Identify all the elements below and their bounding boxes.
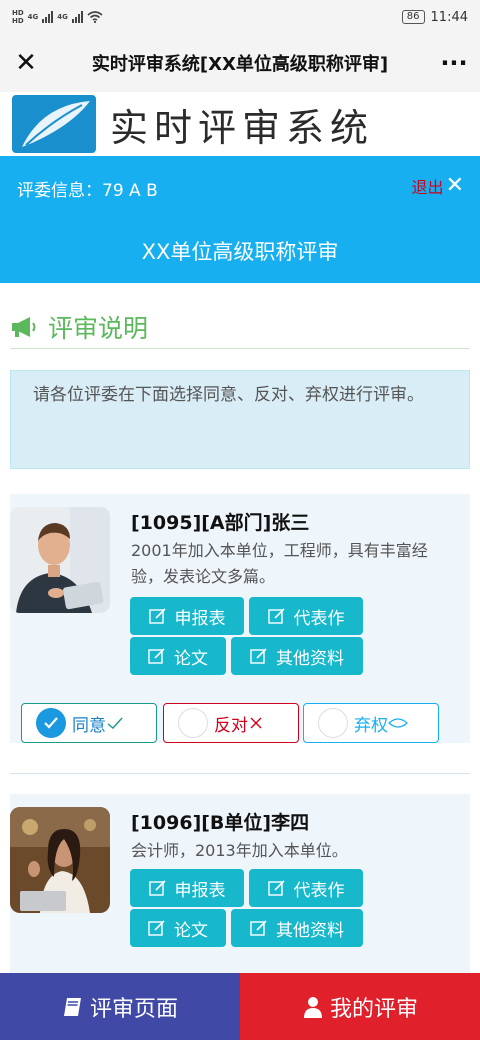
review-page-tab[interactable]: 评审页面 xyxy=(0,973,240,1040)
other-materials-button[interactable]: 其他资料 xyxy=(231,637,363,675)
candidate-description: 会计师，2013年加入本单位。 xyxy=(131,841,348,860)
edit-icon xyxy=(250,920,267,936)
application-form-button[interactable]: 申报表 xyxy=(130,869,244,907)
check-icon xyxy=(107,717,123,729)
button-label: 申报表 xyxy=(174,880,226,901)
logout-button[interactable]: 退出 ✕ xyxy=(412,174,464,198)
eye-icon xyxy=(388,718,408,728)
divider xyxy=(10,773,470,774)
hd-label: HD xyxy=(12,9,24,17)
wifi-icon xyxy=(87,11,103,23)
agree-radio[interactable]: 同意 xyxy=(21,703,157,743)
clock: 11:44 xyxy=(430,9,468,25)
signal-area: HD HD 4G 4G xyxy=(12,9,103,25)
title-bar: ✕ 实时评审系统[XX单位高级职称评审] ··· xyxy=(0,34,480,92)
agree-label: 同意 xyxy=(72,715,106,736)
page-title: 实时评审系统[XX单位高级职称评审] xyxy=(91,54,389,75)
status-bar: HD HD 4G 4G 86 11:44 xyxy=(0,0,480,34)
logo-icon xyxy=(12,95,96,153)
edit-icon xyxy=(250,648,267,664)
megaphone-icon xyxy=(12,316,36,337)
status-right: 86 11:44 xyxy=(401,9,468,25)
app-page: HD HD 4G 4G 86 11:44 ✕ 实时评审系统[XX单位高级职称评审]… xyxy=(0,0,480,1040)
radio-circle-icon xyxy=(318,708,348,738)
judge-info: 评委信息：79 A B xyxy=(17,181,158,201)
network-label: 4G xyxy=(27,13,39,21)
button-label: 代表作 xyxy=(293,880,345,901)
user-icon xyxy=(303,996,322,1018)
paper-button[interactable]: 论文 xyxy=(130,909,226,947)
application-form-button[interactable]: 申报表 xyxy=(130,597,244,635)
abstain-radio[interactable]: 弃权 xyxy=(303,703,439,743)
candidate-card: [1095][A部门]张三 2001年加入本单位，工程师，具有丰富经验，发表论文… xyxy=(10,494,470,743)
edit-icon xyxy=(148,608,166,624)
close-icon[interactable]: ✕ xyxy=(0,48,52,78)
logout-label: 退出 xyxy=(411,178,444,197)
checked-circle-icon xyxy=(36,708,66,738)
instructions-heading: 评审说明 xyxy=(10,305,470,349)
hd-label: HD xyxy=(12,17,24,25)
representative-work-button[interactable]: 代表作 xyxy=(249,597,363,635)
representative-work-button[interactable]: 代表作 xyxy=(249,869,363,907)
abstain-label: 弃权 xyxy=(354,715,388,736)
button-label: 论文 xyxy=(174,920,208,941)
candidate-name: [1096][B单位]李四 xyxy=(131,812,310,834)
button-label: 论文 xyxy=(174,648,208,669)
button-label: 其他资料 xyxy=(276,920,344,941)
battery-indicator: 86 xyxy=(401,10,425,24)
edit-icon xyxy=(267,880,285,896)
signal-icon xyxy=(42,11,54,23)
book-icon xyxy=(63,997,81,1016)
button-label: 其他资料 xyxy=(276,648,344,669)
edit-icon xyxy=(148,880,166,896)
my-reviews-tab[interactable]: 我的评审 xyxy=(240,973,480,1040)
bottom-nav: 评审页面 我的评审 xyxy=(0,973,480,1040)
instructions-notice: 请各位评委在下面选择同意、反对、弃权进行评审。 xyxy=(10,370,470,469)
review-header: 评委信息：79 A B 退出 ✕ XX单位高级职称评审 xyxy=(0,156,480,283)
close-icon: ✕ xyxy=(445,173,464,198)
candidate-card: [1096][B单位]李四 会计师，2013年加入本单位。 申报表 代表作 论文… xyxy=(10,794,470,974)
candidate-description: 2001年加入本单位，工程师，具有丰富经验，发表论文多篇。 xyxy=(131,541,428,586)
more-dots-icon[interactable]: ··· xyxy=(428,49,480,77)
radio-circle-icon xyxy=(178,708,208,738)
other-materials-button[interactable]: 其他资料 xyxy=(231,909,363,947)
oppose-radio[interactable]: 反对 xyxy=(163,703,299,743)
cross-icon xyxy=(250,717,262,729)
button-label: 申报表 xyxy=(174,608,226,629)
network-label: 4G xyxy=(57,13,68,21)
my-reviews-label: 我的评审 xyxy=(329,996,418,1022)
edit-icon xyxy=(148,648,165,664)
review-page-label: 评审页面 xyxy=(89,996,178,1022)
instructions-title: 评审说明 xyxy=(48,313,149,343)
paper-button[interactable]: 论文 xyxy=(130,637,226,675)
system-banner: 实时评审系统 xyxy=(0,92,480,156)
edit-icon xyxy=(267,608,285,624)
candidate-photo xyxy=(10,507,110,613)
button-label: 代表作 xyxy=(293,608,345,629)
signal-icon xyxy=(71,11,83,23)
candidate-name: [1095][A部门]张三 xyxy=(131,512,310,534)
review-title: XX单位高级职称评审 xyxy=(141,240,339,264)
candidate-photo xyxy=(10,807,110,913)
banner-title: 实时评审系统 xyxy=(110,105,375,150)
edit-icon xyxy=(148,920,165,936)
oppose-label: 反对 xyxy=(214,715,248,736)
